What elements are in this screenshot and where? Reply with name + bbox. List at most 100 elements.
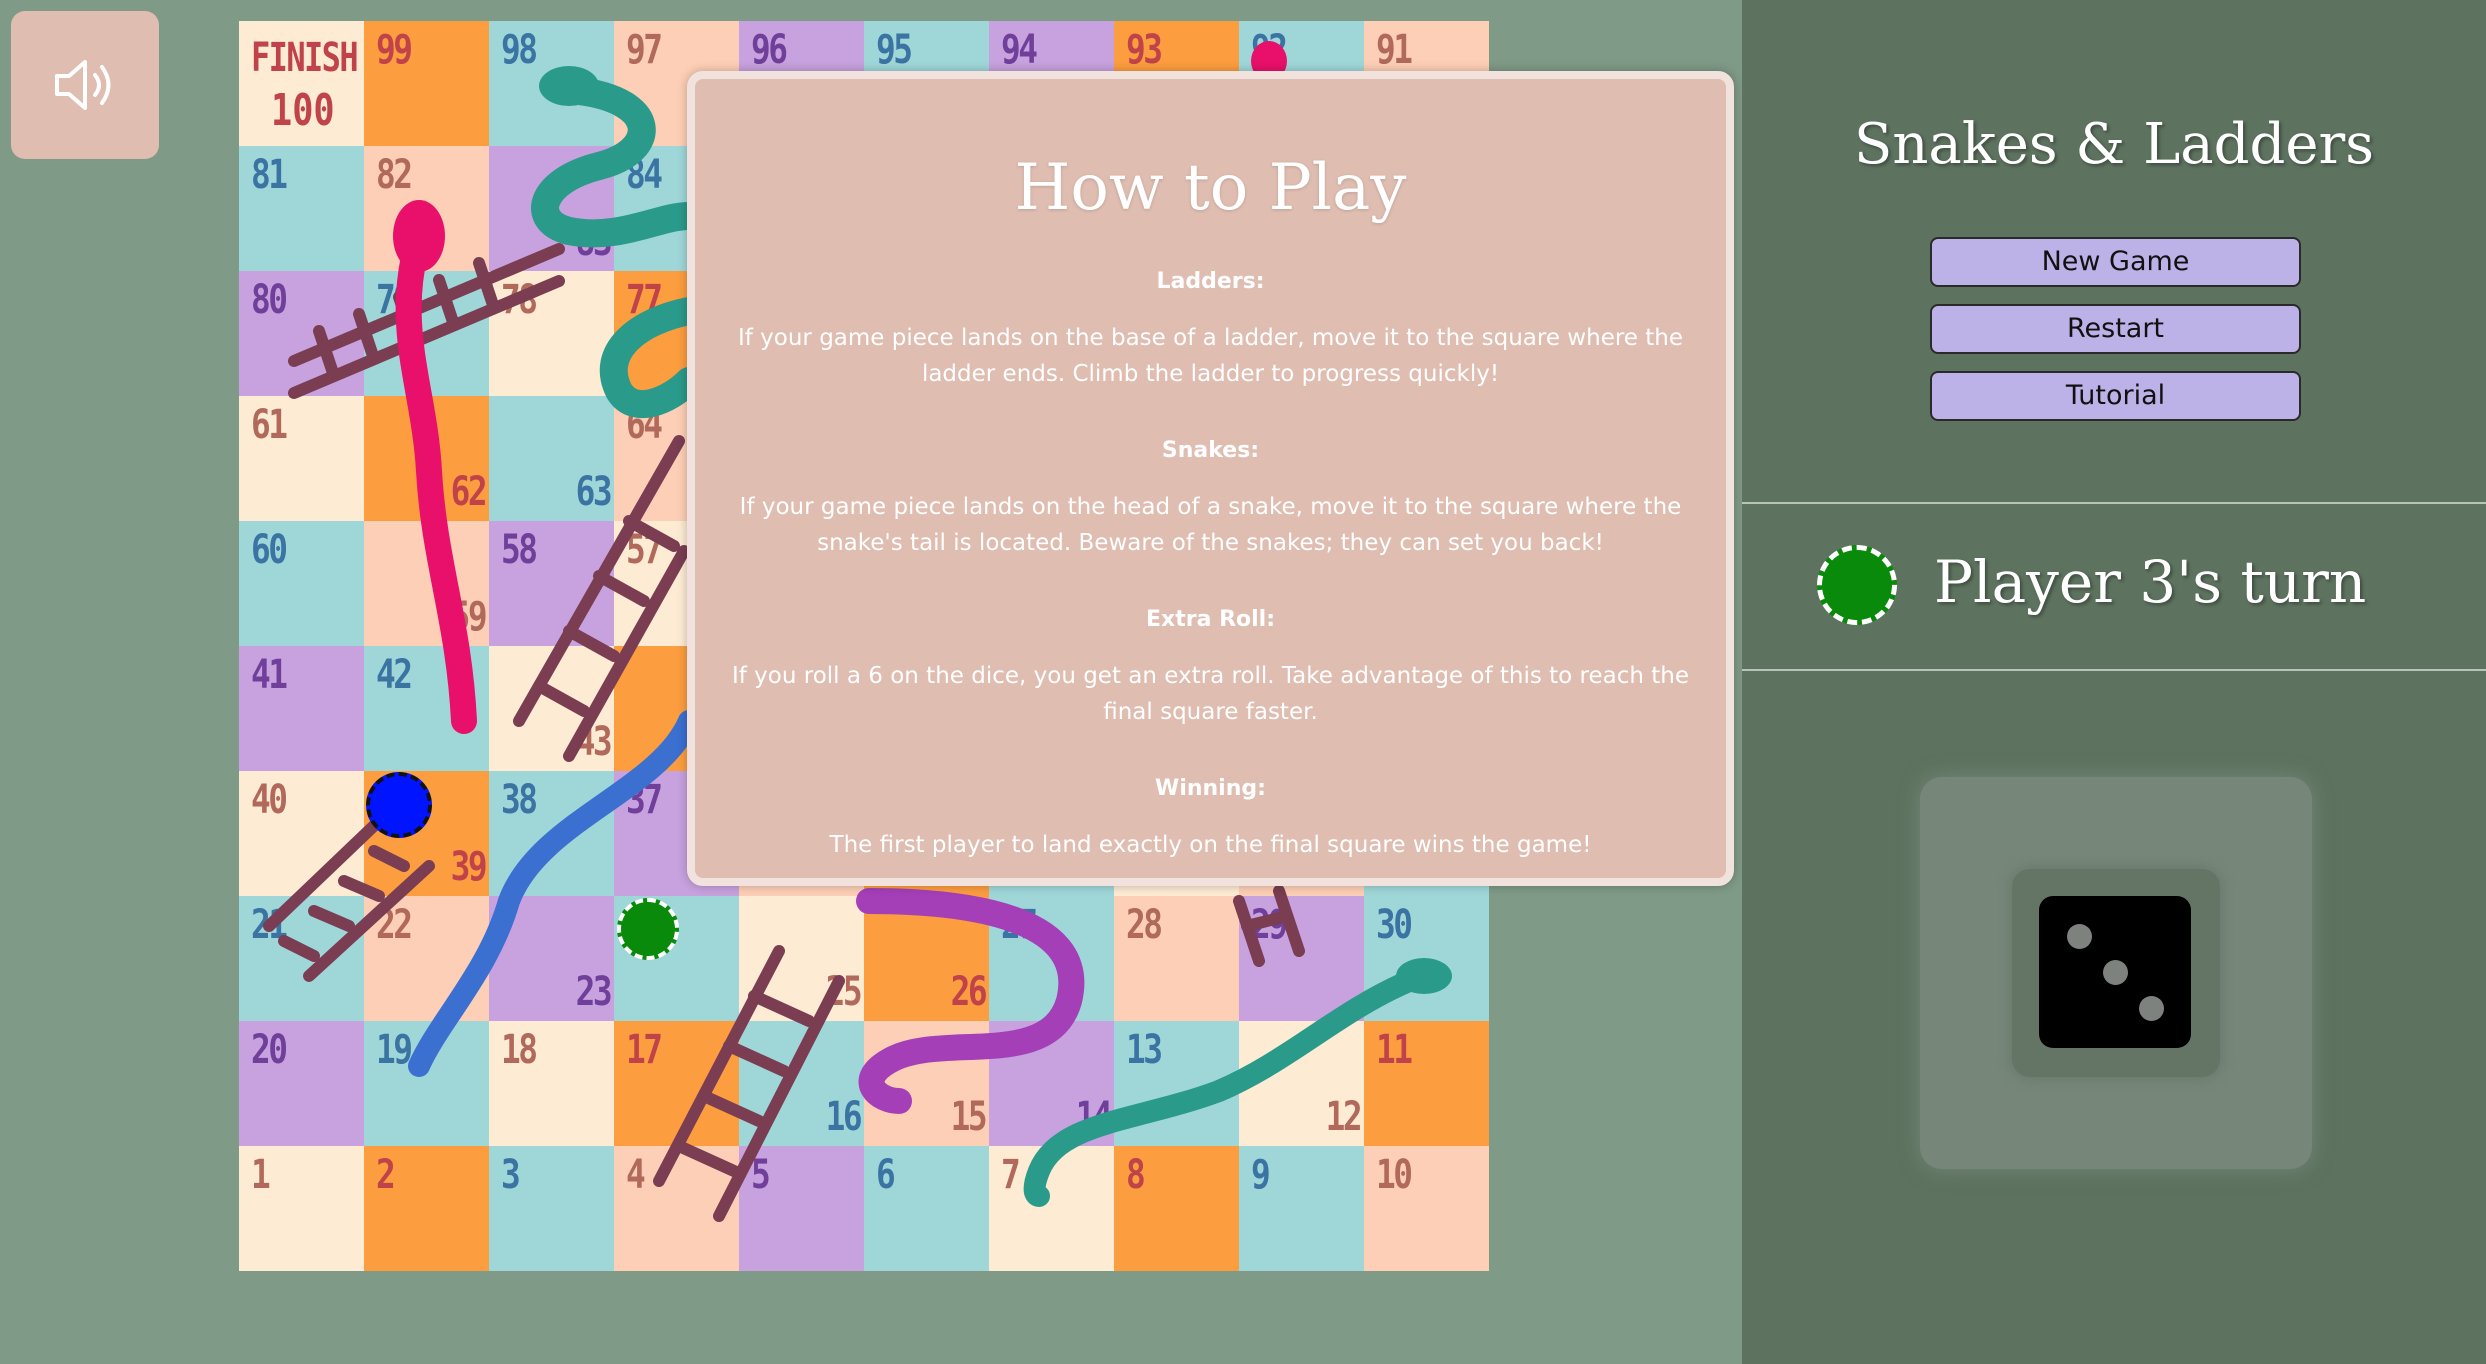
square-number: 18 — [501, 1027, 538, 1073]
square-number: 94 — [1001, 27, 1038, 73]
square-number: 28 — [1126, 902, 1163, 948]
board-square-9: 9 — [1239, 1146, 1364, 1271]
board-square-98: 98 — [489, 21, 614, 146]
square-number: 3 — [501, 1152, 521, 1198]
divider — [1742, 502, 2486, 504]
board-square-13: 13 — [1114, 1021, 1239, 1146]
finish-label: FINISH — [251, 35, 359, 81]
snakes-heading: Snakes: — [1161, 438, 1260, 463]
board-square-22: 22 — [364, 896, 489, 1021]
board-square-5: 5 — [739, 1146, 864, 1271]
board-square-79: 79 — [364, 271, 489, 396]
square-number: 15 — [950, 1094, 987, 1140]
square-number: 19 — [376, 1027, 413, 1073]
square-number: 29 — [1251, 902, 1288, 948]
new-game-button[interactable]: New Game — [1930, 237, 2301, 287]
board-square-3: 3 — [489, 1146, 614, 1271]
dice-area — [1920, 777, 2312, 1169]
board-square-2: 2 — [364, 1146, 489, 1271]
square-number: 84 — [626, 152, 663, 198]
square-number: 22 — [376, 902, 413, 948]
board-square-58: 58 — [489, 521, 614, 646]
board-square-11: 11 — [1364, 1021, 1489, 1146]
board-square-62: 62 — [364, 396, 489, 521]
square-number: 30 — [1376, 902, 1413, 948]
square-number: 16 — [825, 1094, 862, 1140]
square-number: 11 — [1376, 1027, 1413, 1073]
board-square-43: 43 — [489, 646, 614, 771]
board-square-17: 17 — [614, 1021, 739, 1146]
board-square-30: 30 — [1364, 896, 1489, 1021]
square-number: 25 — [825, 969, 862, 1015]
square-number: 27 — [1001, 902, 1038, 948]
board-square-59: 59 — [364, 521, 489, 646]
board-square-12: 12 — [1239, 1021, 1364, 1146]
square-number: 81 — [251, 152, 288, 198]
game-title: Snakes & Ladders — [1854, 112, 2374, 177]
board-square-63: 63 — [489, 396, 614, 521]
board-square-4: 4 — [614, 1146, 739, 1271]
square-number: 17 — [626, 1027, 663, 1073]
square-number: 5 — [751, 1152, 771, 1198]
dice-tray — [2012, 869, 2220, 1077]
square-number: 23 — [575, 969, 612, 1015]
square-number: 12 — [1325, 1094, 1362, 1140]
board-square-10: 10 — [1364, 1146, 1489, 1271]
square-number: 78 — [501, 277, 538, 323]
board-square-7: 7 — [989, 1146, 1114, 1271]
square-number: 83 — [575, 219, 612, 265]
board-square-82: 82 — [364, 146, 489, 271]
square-number: 80 — [251, 277, 288, 323]
sound-toggle-button[interactable] — [11, 11, 159, 159]
extra-roll-text: If you roll a 6 on the dice, you get an … — [731, 663, 1690, 725]
ladders-heading: Ladders: — [1156, 269, 1265, 294]
snakes-text: If your game piece lands on the head of … — [739, 494, 1682, 556]
square-number: 40 — [251, 777, 288, 823]
square-number: 57 — [626, 527, 663, 573]
tutorial-button[interactable]: Tutorial — [1930, 371, 2301, 421]
dice-pip — [2103, 960, 2128, 985]
board-square-15: 15 — [864, 1021, 989, 1146]
square-number: 20 — [251, 1027, 288, 1073]
board-square-18: 18 — [489, 1021, 614, 1146]
turn-indicator: Player 3's turn — [1934, 548, 2367, 616]
square-number: 97 — [626, 27, 663, 73]
dice-pip — [2139, 996, 2164, 1021]
square-number: 98 — [501, 27, 538, 73]
square-number: 10 — [1376, 1152, 1413, 1198]
square-number: 8 — [1126, 1152, 1146, 1198]
square-number: 9 — [1251, 1152, 1271, 1198]
speaker-icon — [55, 60, 111, 110]
board-square-42: 42 — [364, 646, 489, 771]
extra-roll-heading: Extra Roll: — [1145, 607, 1276, 632]
side-panel: Snakes & Ladders New Game Restart Tutori… — [1742, 0, 2486, 1364]
square-number: 39 — [450, 844, 487, 890]
square-number: 92 — [1251, 27, 1288, 73]
board-square-41: 41 — [239, 646, 364, 771]
board-square-14: 14 — [989, 1021, 1114, 1146]
board-square-60: 60 — [239, 521, 364, 646]
square-number: 93 — [1126, 27, 1163, 73]
dice[interactable] — [2039, 896, 2191, 1048]
square-number: 13 — [1126, 1027, 1163, 1073]
board-square-40: 40 — [239, 771, 364, 896]
square-number: 64 — [626, 402, 663, 448]
board-square-20: 20 — [239, 1021, 364, 1146]
board-square-8: 8 — [1114, 1146, 1239, 1271]
player-token-green — [617, 898, 679, 960]
square-number: 59 — [450, 594, 487, 640]
board-square-99: 99 — [364, 21, 489, 146]
square-number: 60 — [251, 527, 288, 573]
divider — [1742, 669, 2486, 671]
square-number: 100 — [271, 85, 335, 136]
square-number: 26 — [950, 969, 987, 1015]
square-number: 79 — [376, 277, 413, 323]
square-number: 62 — [450, 469, 487, 515]
player-token-blue — [366, 772, 432, 838]
board-square-83: 83 — [489, 146, 614, 271]
square-number: 63 — [575, 469, 612, 515]
board-square-1: 1 — [239, 1146, 364, 1271]
how-to-play-modal: How to Play Ladders: If your game piece … — [687, 71, 1734, 886]
restart-button[interactable]: Restart — [1930, 304, 2301, 354]
dice-pip — [2067, 924, 2092, 949]
